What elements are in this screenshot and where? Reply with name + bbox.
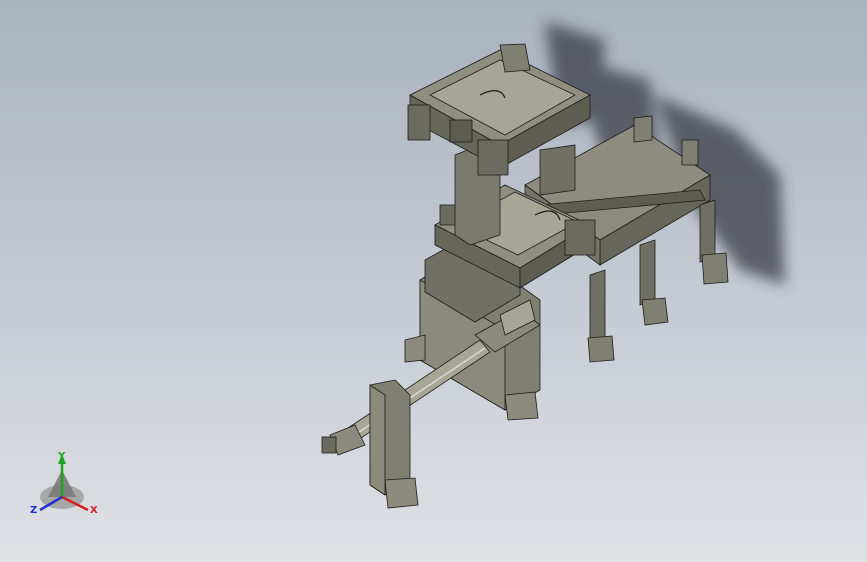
cad-model-view[interactable]	[0, 0, 867, 562]
3d-graphics-viewport[interactable]: Y X Z	[0, 0, 867, 562]
triad-z-label: Z	[30, 505, 38, 516]
orientation-triad[interactable]	[39, 454, 89, 512]
triad-y-label: Y	[58, 451, 66, 462]
triad-x-label: X	[90, 505, 98, 516]
